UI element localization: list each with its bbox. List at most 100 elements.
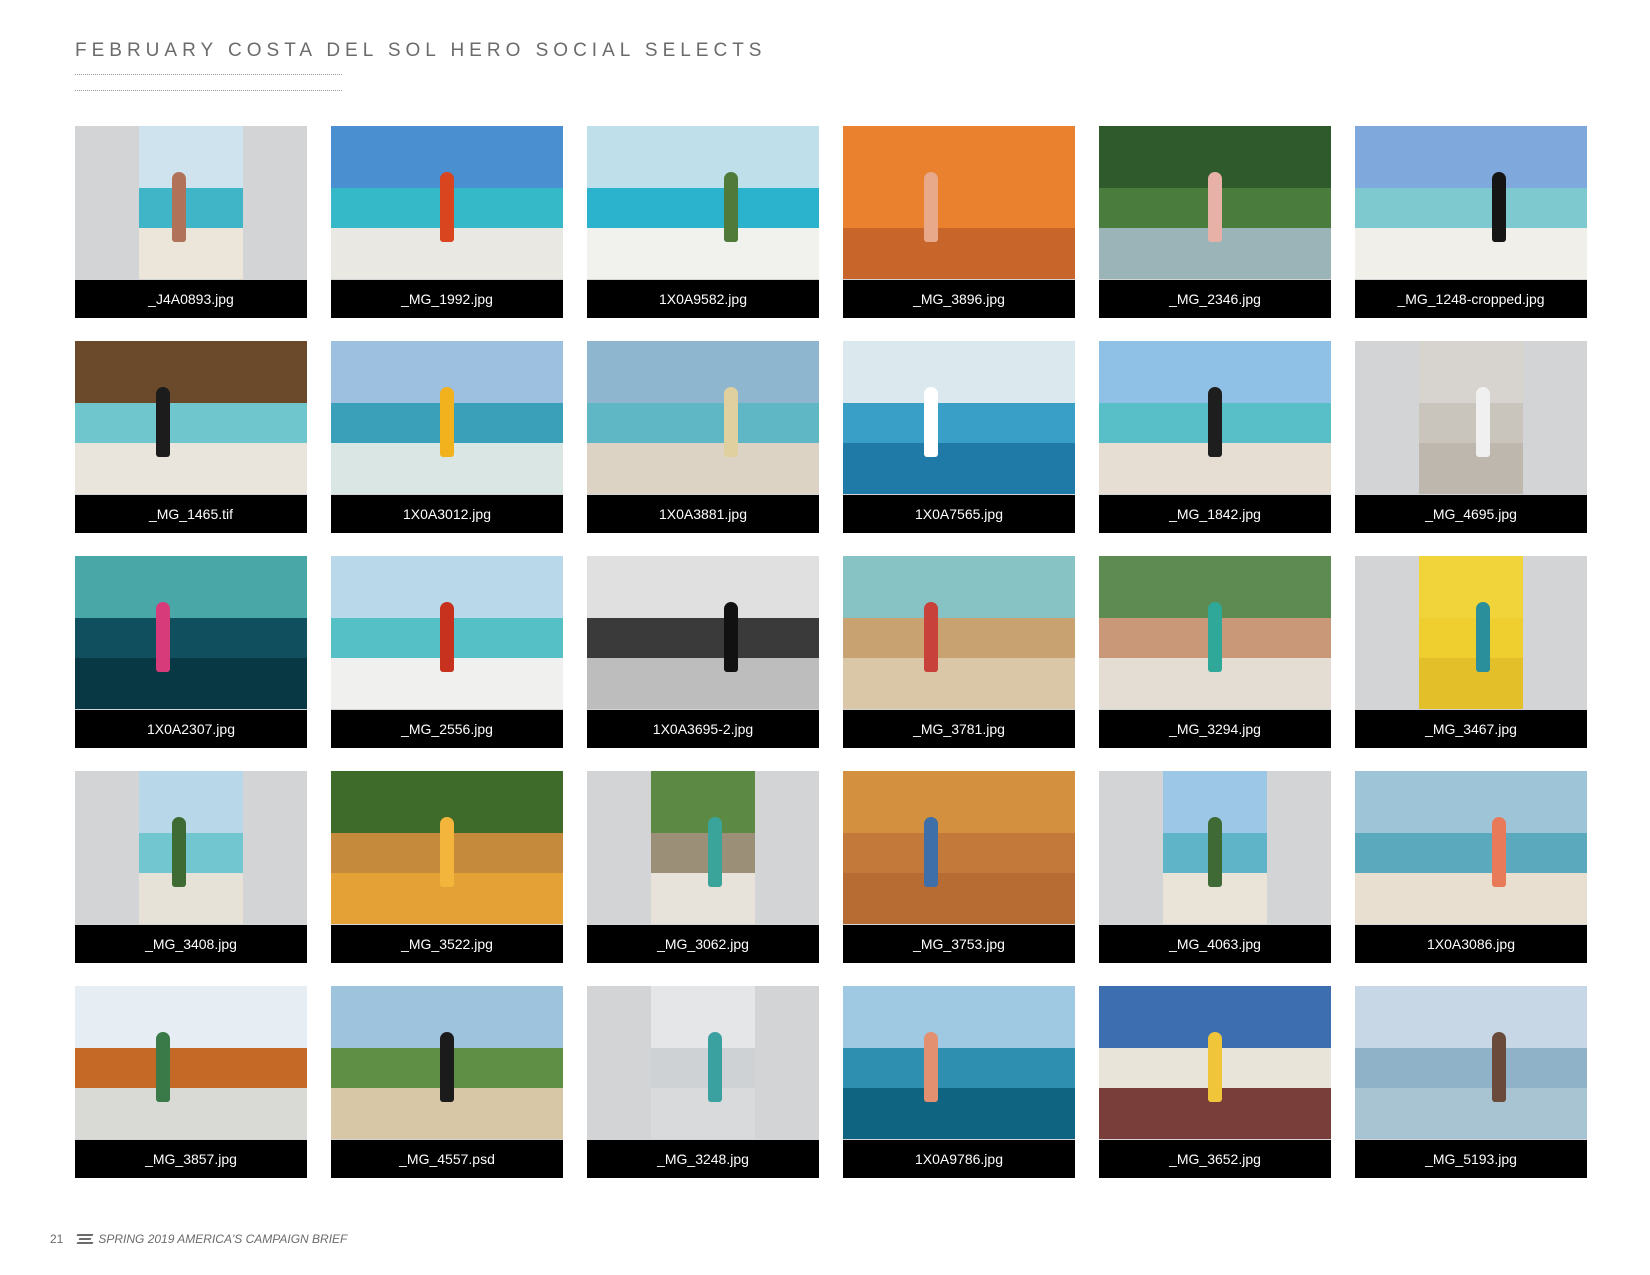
photo-tile[interactable]: _MG_3467.jpg: [1355, 556, 1587, 748]
photo-ground: [587, 443, 819, 494]
photo-tile[interactable]: _MG_2556.jpg: [331, 556, 563, 748]
photo-subject: [440, 387, 454, 457]
photo-sea: [1419, 618, 1523, 658]
photo-sky: [587, 341, 819, 403]
photo-tile[interactable]: _MG_4063.jpg: [1099, 771, 1331, 963]
photo-tile[interactable]: 1X0A3881.jpg: [587, 341, 819, 533]
photo-subject: [171, 817, 186, 887]
photo-filename: _MG_3781.jpg: [843, 710, 1075, 748]
photo-thumbnail: [331, 341, 563, 494]
photo-tile[interactable]: _MG_3062.jpg: [587, 771, 819, 963]
photo-filename: 1X0A3695-2.jpg: [587, 710, 819, 748]
photo-tile[interactable]: _MG_3408.jpg: [75, 771, 307, 963]
photo-subject: [1208, 1032, 1222, 1102]
photo-subject: [1491, 1032, 1506, 1102]
photo-thumbnail: [75, 556, 307, 709]
photo-sky: [75, 986, 307, 1048]
photo-filename: _MG_3467.jpg: [1355, 710, 1587, 748]
photo-tile[interactable]: _J4A0893.jpg: [75, 126, 307, 318]
photo-filename: 1X0A3086.jpg: [1355, 925, 1587, 963]
photo-sky: [843, 986, 1075, 1048]
photo-subject: [156, 387, 171, 457]
photo-tile[interactable]: _MG_4557.psd: [331, 986, 563, 1178]
photo-tile[interactable]: 1X0A3695-2.jpg: [587, 556, 819, 748]
photo-thumbnail: [331, 126, 563, 279]
photo-sky: [1419, 341, 1523, 403]
photo-thumbnail: [587, 556, 819, 709]
photo-ground: [1419, 658, 1523, 709]
photo-subject: [723, 172, 738, 242]
photo-tile[interactable]: _MG_1992.jpg: [331, 126, 563, 318]
photo-tile[interactable]: _MG_1248-cropped.jpg: [1355, 126, 1587, 318]
photo-filename: _MG_4695.jpg: [1355, 495, 1587, 533]
photo-subject: [1208, 387, 1222, 457]
photo-sea: [587, 188, 819, 228]
photo-sea: [651, 1048, 755, 1088]
photo-subject: [708, 1032, 723, 1102]
page-number: 21: [50, 1232, 64, 1246]
photo-sky: [843, 556, 1075, 618]
photo-filename: _MG_3062.jpg: [587, 925, 819, 963]
photo-sea: [1355, 1048, 1587, 1088]
photo-ground: [1419, 443, 1523, 494]
photo-tile[interactable]: _MG_5193.jpg: [1355, 986, 1587, 1178]
photo-ground: [651, 873, 755, 924]
photo-thumbnail: [139, 771, 243, 924]
photo-tile[interactable]: _MG_2346.jpg: [1099, 126, 1331, 318]
photo-subject: [440, 1032, 454, 1102]
photo-subject: [708, 817, 723, 887]
photo-ground: [1355, 1088, 1587, 1139]
photo-ground: [843, 228, 1075, 279]
photo-tile[interactable]: 1X0A9582.jpg: [587, 126, 819, 318]
photo-sea: [843, 833, 1075, 873]
photo-thumbnail: [843, 556, 1075, 709]
photo-sea: [75, 403, 307, 443]
photo-filename: _MG_3753.jpg: [843, 925, 1075, 963]
photo-sky: [75, 556, 307, 618]
photo-tile[interactable]: _MG_3248.jpg: [587, 986, 819, 1178]
photo-tile[interactable]: _MG_3753.jpg: [843, 771, 1075, 963]
photo-thumbnail: [1163, 771, 1267, 924]
photo-thumbnail: [1099, 341, 1331, 494]
photo-thumbnail: [139, 126, 243, 279]
photo-tile[interactable]: _MG_4695.jpg: [1355, 341, 1587, 533]
photo-tile[interactable]: _MG_3857.jpg: [75, 986, 307, 1178]
photo-subject: [1476, 602, 1491, 672]
photo-tile[interactable]: 1X0A3012.jpg: [331, 341, 563, 533]
photo-sky: [651, 986, 755, 1048]
photo-filename: _MG_1248-cropped.jpg: [1355, 280, 1587, 318]
photo-sky: [1355, 986, 1587, 1048]
photo-tile[interactable]: _MG_3652.jpg: [1099, 986, 1331, 1178]
photo-ground: [75, 443, 307, 494]
photo-sky: [139, 126, 243, 188]
photo-subject: [440, 172, 454, 242]
photo-tile[interactable]: _MG_3896.jpg: [843, 126, 1075, 318]
photo-subject: [924, 387, 939, 457]
photo-filename: _MG_1465.tif: [75, 495, 307, 533]
photo-tile[interactable]: _MG_3781.jpg: [843, 556, 1075, 748]
photo-tile[interactable]: 1X0A7565.jpg: [843, 341, 1075, 533]
photo-tile[interactable]: 1X0A3086.jpg: [1355, 771, 1587, 963]
photo-sky: [651, 771, 755, 833]
photo-filename: _MG_3652.jpg: [1099, 1140, 1331, 1178]
brand-logo-icon: [76, 1234, 94, 1244]
photo-thumbnail: [1099, 556, 1331, 709]
photo-tile[interactable]: _MG_1465.tif: [75, 341, 307, 533]
photo-filename: _MG_2346.jpg: [1099, 280, 1331, 318]
photo-tile[interactable]: _MG_1842.jpg: [1099, 341, 1331, 533]
photo-tile[interactable]: _MG_3294.jpg: [1099, 556, 1331, 748]
footer-brief-title: SPRING 2019 AMERICA'S CAMPAIGN BRIEF: [98, 1232, 348, 1246]
photo-sky: [1355, 126, 1587, 188]
photo-filename: 1X0A2307.jpg: [75, 710, 307, 748]
photo-thumbnail: [1355, 986, 1587, 1139]
photo-tile[interactable]: 1X0A9786.jpg: [843, 986, 1075, 1178]
photo-sea: [1419, 403, 1523, 443]
photo-filename: _MG_4063.jpg: [1099, 925, 1331, 963]
photo-subject: [924, 172, 939, 242]
photo-tile[interactable]: 1X0A2307.jpg: [75, 556, 307, 748]
photo-subject: [1208, 602, 1222, 672]
photo-sea: [651, 833, 755, 873]
photo-tile[interactable]: _MG_3522.jpg: [331, 771, 563, 963]
photo-thumbnail: [75, 986, 307, 1139]
photo-sea: [139, 188, 243, 228]
